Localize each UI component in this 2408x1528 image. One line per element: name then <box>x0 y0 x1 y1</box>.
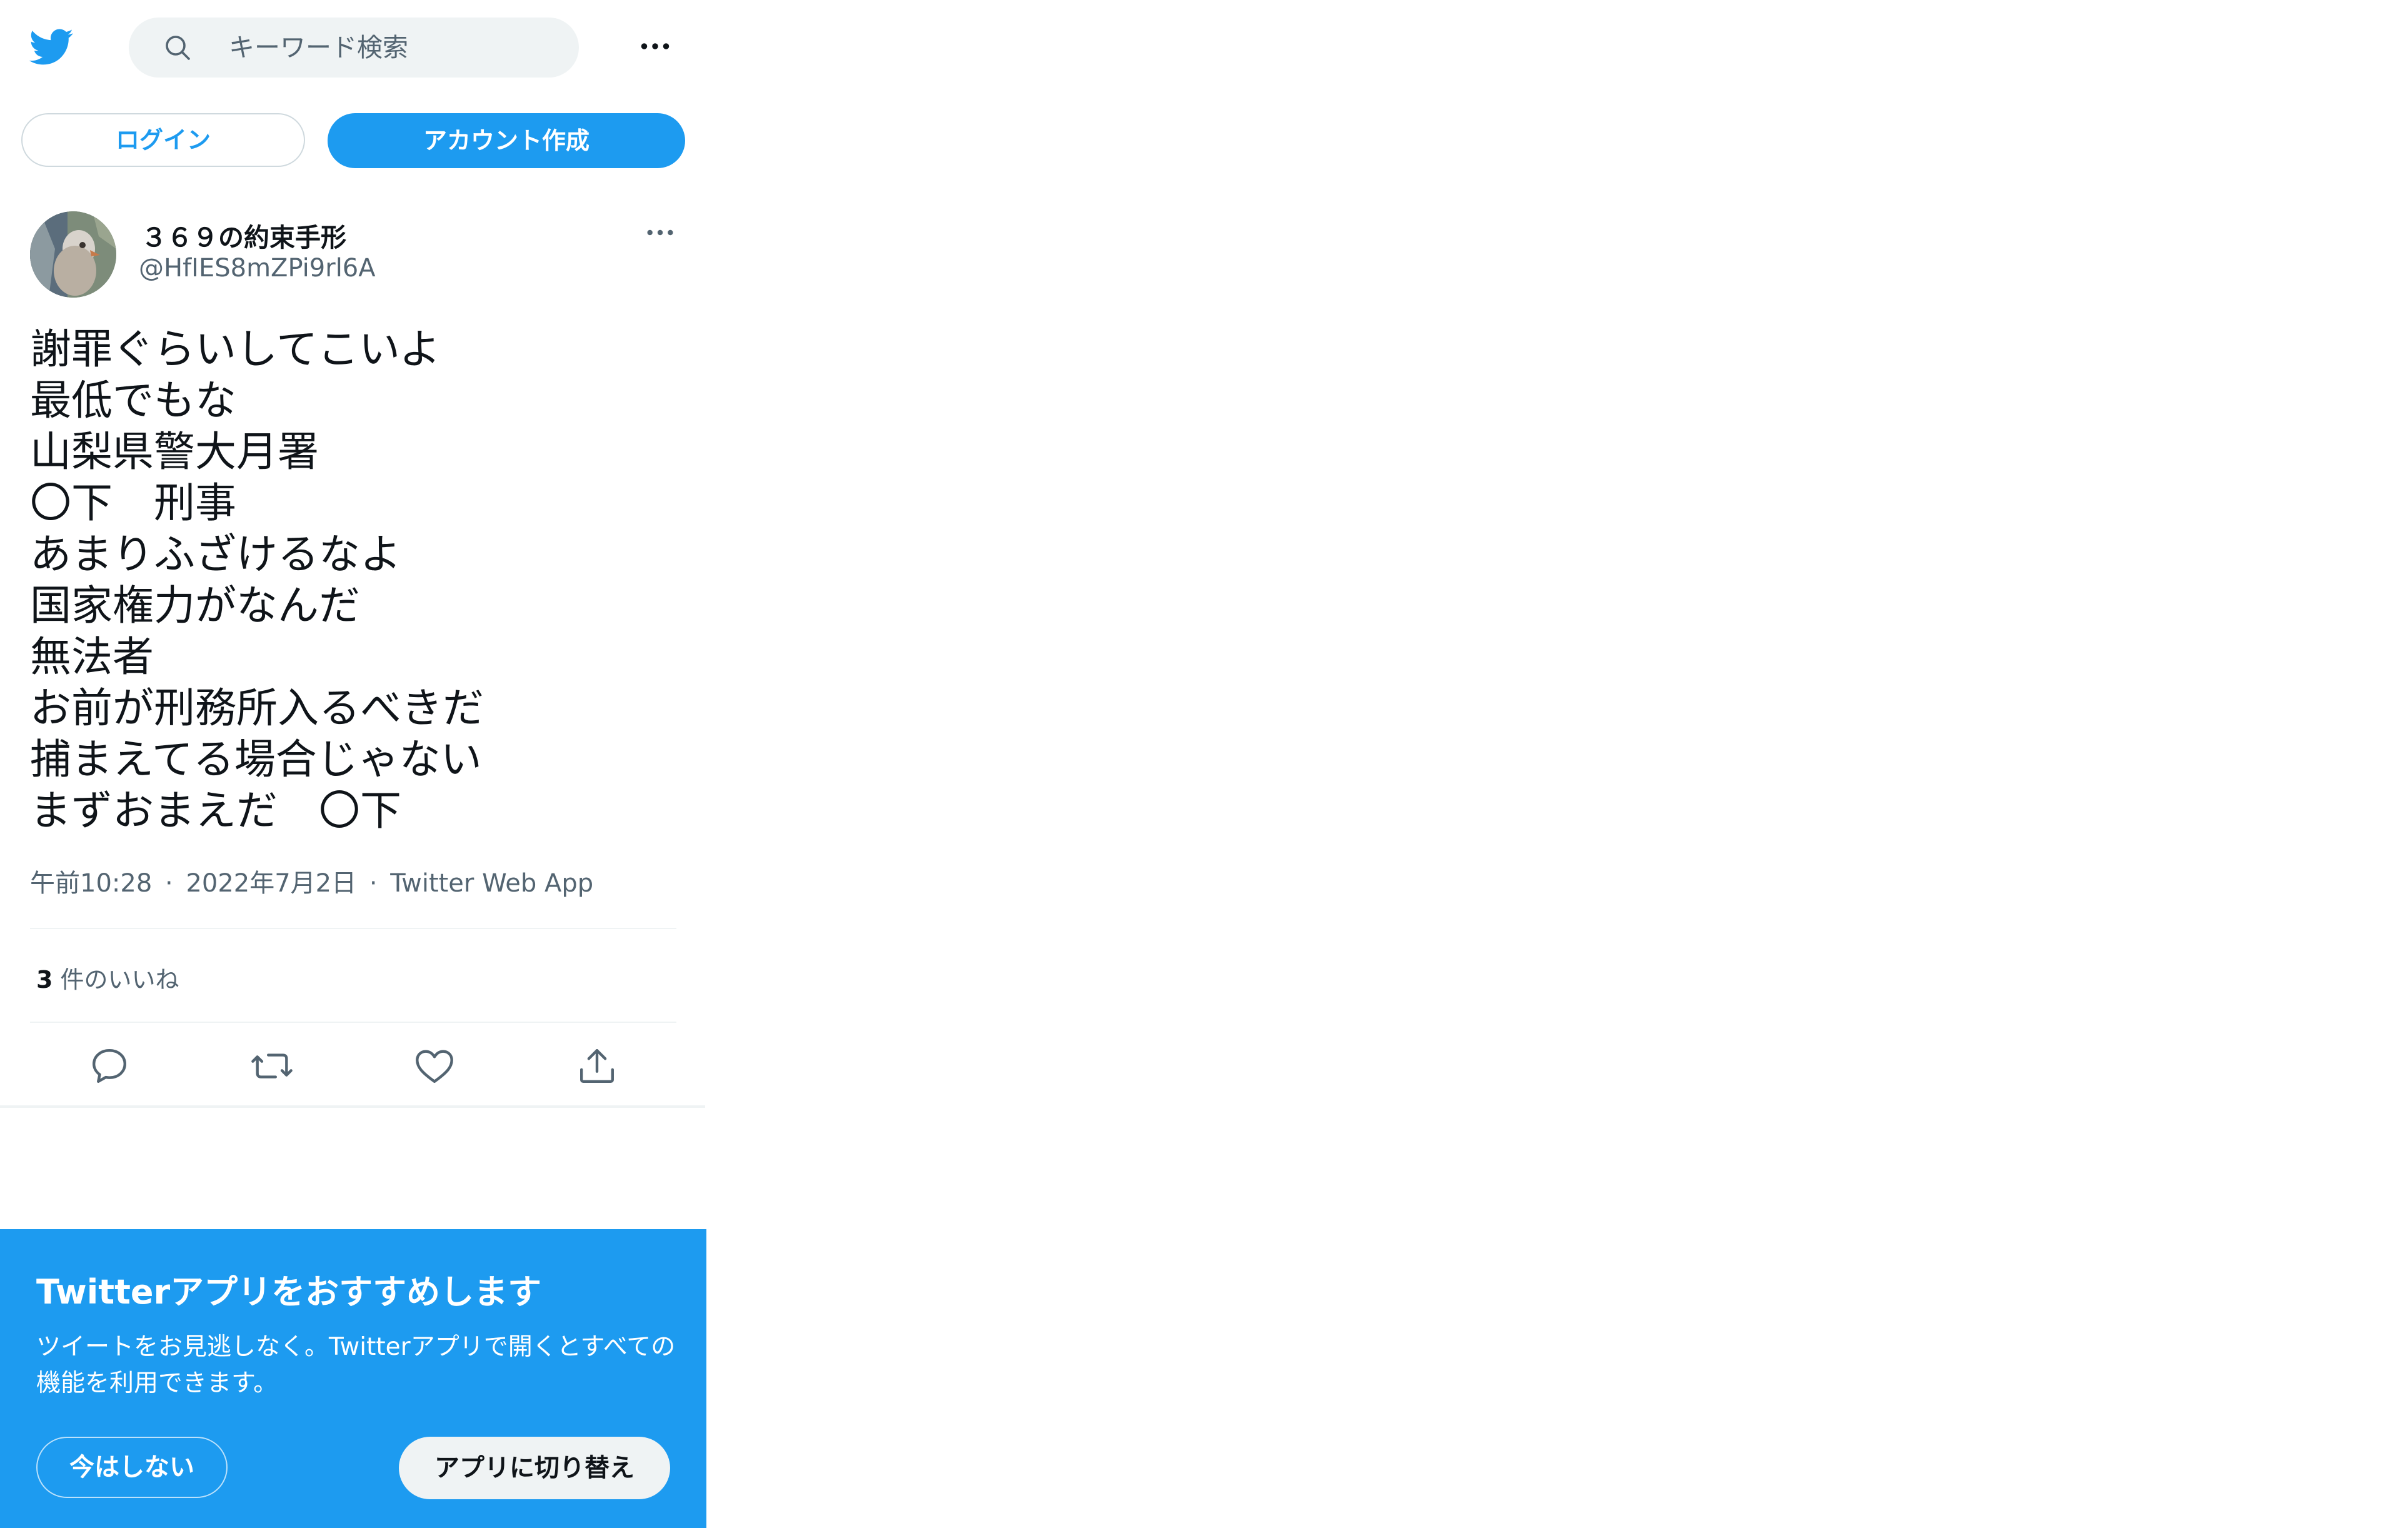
likes-summary[interactable]: 3 件のいいね <box>36 960 179 995</box>
section-separator <box>0 1105 705 1108</box>
not-now-button[interactable]: 今はしない <box>36 1437 228 1498</box>
author-handle[interactable]: @HfIES8mZPi9rl6A <box>139 254 376 283</box>
tweet-date[interactable]: 2022年7月2日 <box>186 863 356 899</box>
author-name[interactable]: ３６９の約束手形 <box>141 216 346 254</box>
share-icon[interactable] <box>575 1044 619 1088</box>
tweet-text: 謝罪ぐらいしてこいよ 最低でもな 山梨県警大月署 〇下 刑事 あまりふざけるなよ… <box>30 325 484 835</box>
switch-to-app-button[interactable]: アプリに切り替え <box>399 1437 670 1499</box>
app-promo-banner: Twitterアプリをおすすめします ツイートをお見逃しなく。Twitterアプ… <box>0 1229 706 1528</box>
avatar-image <box>30 211 116 298</box>
tweet-source[interactable]: Twitter Web App <box>390 869 593 898</box>
retweet-icon[interactable] <box>250 1044 294 1088</box>
login-button[interactable]: ログイン <box>21 113 305 167</box>
top-bar: キーワード検索 <box>0 0 705 94</box>
avatar[interactable] <box>30 211 116 298</box>
tweet-time[interactable]: 午前10:28 <box>30 863 152 899</box>
likes-label: 件のいいね <box>60 966 179 993</box>
promo-description: ツイートをお見逃しなく。Twitterアプリで開くとすべての機能を利用できます。 <box>36 1333 676 1397</box>
promo-title: Twitterアプリをおすすめします <box>36 1272 542 1312</box>
tweet-meta: 午前10:28 · 2022年7月2日 · Twitter Web App <box>30 863 593 899</box>
meta-separator: · <box>369 869 378 898</box>
twitter-bird-icon[interactable] <box>28 24 74 70</box>
search-placeholder: キーワード検索 <box>229 33 408 63</box>
signup-button[interactable]: アカウント作成 <box>328 113 685 168</box>
search-box[interactable]: キーワード検索 <box>129 18 579 78</box>
reply-icon[interactable] <box>88 1044 131 1088</box>
likes-count: 3 <box>36 966 53 993</box>
tweet-actions <box>0 1038 705 1094</box>
like-icon[interactable] <box>413 1044 456 1088</box>
more-horizontal-icon[interactable] <box>636 28 674 65</box>
mobile-column: キーワード検索 ログイン アカウント作成 ３６９の約束手形 @HfIES8mZP… <box>0 0 706 1528</box>
divider <box>30 1022 676 1023</box>
meta-separator: · <box>165 869 173 898</box>
divider <box>30 928 676 929</box>
tweet-more-icon[interactable] <box>643 215 678 250</box>
search-icon <box>166 36 190 60</box>
